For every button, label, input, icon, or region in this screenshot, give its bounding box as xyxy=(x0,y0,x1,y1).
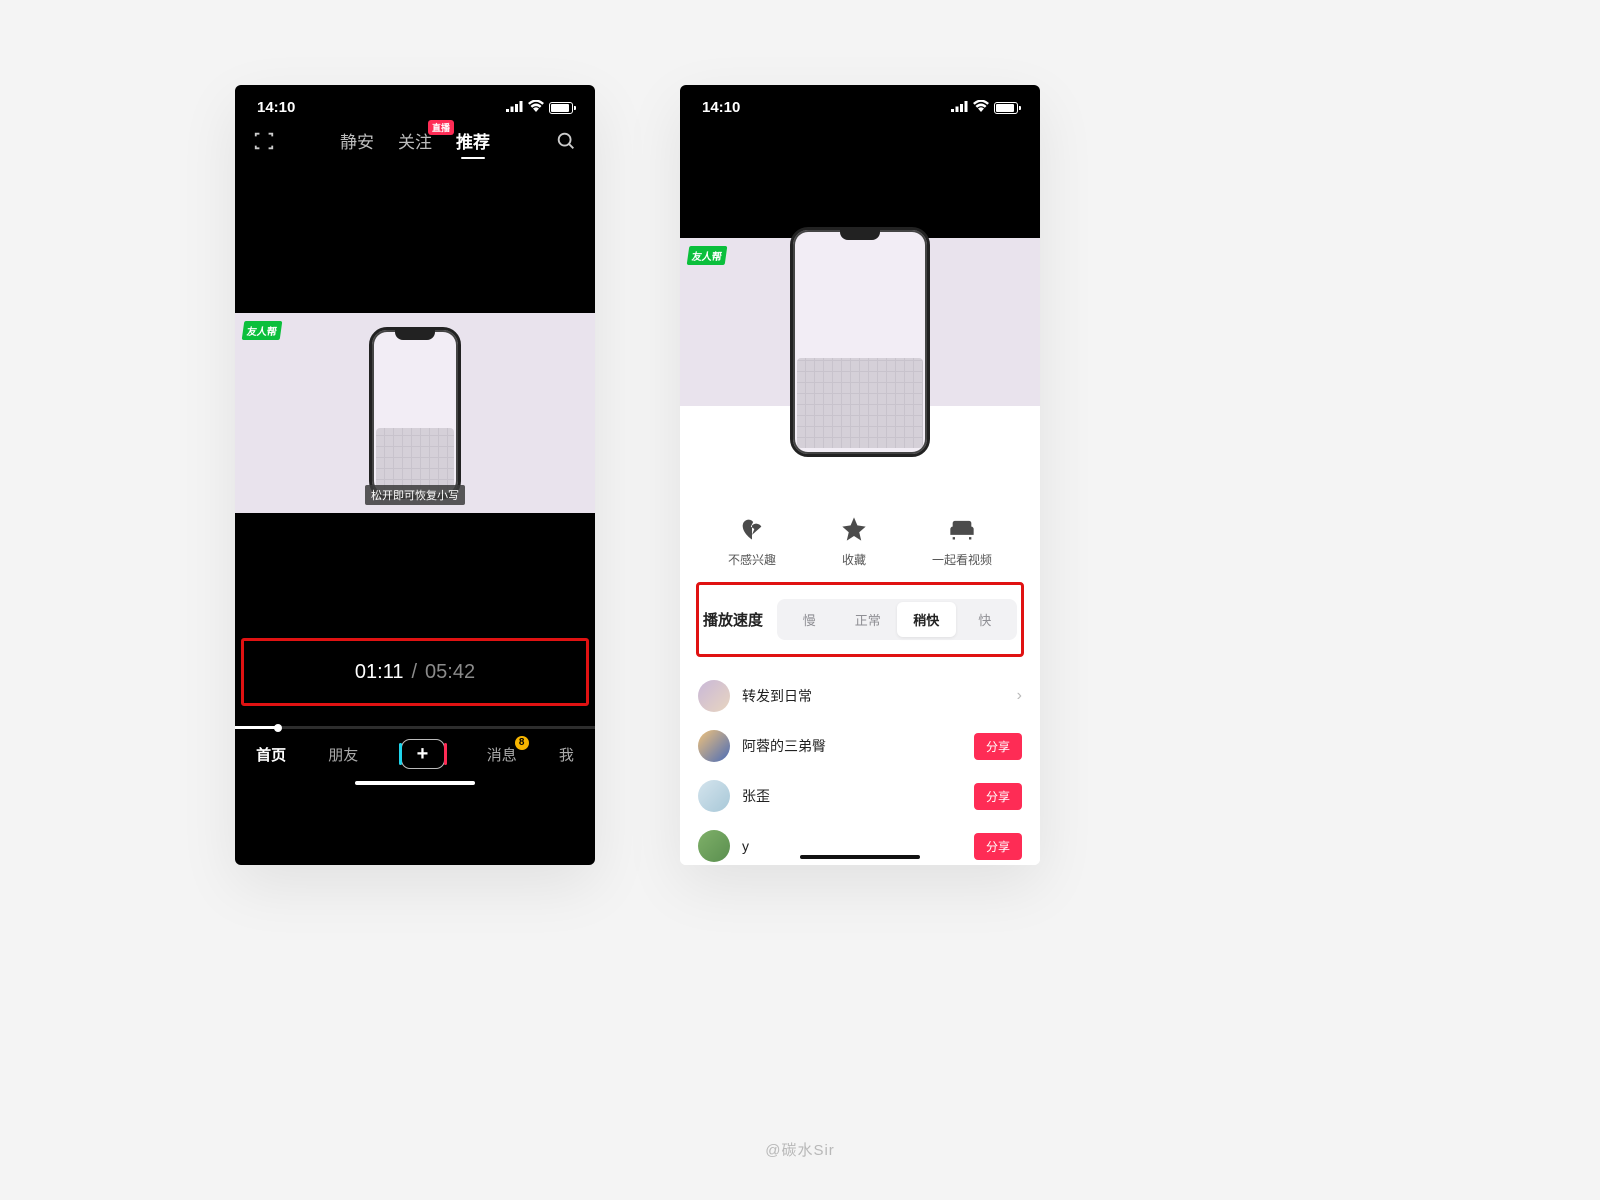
progress-thumb[interactable] xyxy=(274,724,282,732)
top-nav: 静安 关注 直播 推荐 xyxy=(235,122,595,163)
avatar xyxy=(698,780,730,812)
share-list: 转发到日常 › 阿蓉的三弟臀 分享 张歪 分享 y 分享 xyxy=(696,667,1024,865)
forward-daily-row[interactable]: 转发到日常 › xyxy=(696,671,1024,721)
video-thumbnail xyxy=(790,227,930,457)
corner-badge: 友人帮 xyxy=(242,321,283,340)
progress-bar[interactable] xyxy=(235,726,595,729)
share-contact-row: 张歪 分享 xyxy=(696,771,1024,821)
action-sheet: 不感兴趣 收藏 一起看视频 播放速度 慢 正常 稍快 快 xyxy=(680,495,1040,865)
phone-left: 14:10 静安 关注 直播 推荐 友人帮 xyxy=(235,85,595,865)
nav-me[interactable]: 我 xyxy=(559,744,574,765)
action-favorite[interactable]: 收藏 xyxy=(840,515,868,568)
video-frame: 友人帮 xyxy=(680,238,1040,406)
clock: 14:10 xyxy=(257,99,295,116)
speed-control: 播放速度 慢 正常 稍快 快 xyxy=(683,585,1037,654)
signal-icon xyxy=(951,99,968,116)
video-frame: 友人帮 松开即可恢复小写 xyxy=(235,313,595,513)
broken-heart-icon xyxy=(738,515,766,543)
video-thumbnail xyxy=(369,327,461,499)
tab-recommend[interactable]: 推荐 xyxy=(456,128,490,153)
top-tabs: 静安 关注 直播 推荐 xyxy=(285,128,545,153)
status-bar: 14:10 xyxy=(235,85,595,122)
signal-icon xyxy=(506,99,523,116)
messages-badge: 8 xyxy=(515,736,529,750)
quick-actions: 不感兴趣 收藏 一起看视频 xyxy=(696,509,1024,582)
speed-fast[interactable]: 快 xyxy=(956,602,1015,637)
speed-slow[interactable]: 慢 xyxy=(780,602,839,637)
video-caption: 松开即可恢复小写 xyxy=(365,485,465,505)
nav-messages[interactable]: 消息 8 xyxy=(487,744,517,765)
speed-segmented: 慢 正常 稍快 快 xyxy=(777,599,1017,640)
current-time: 01:11 xyxy=(355,661,404,684)
scan-icon[interactable] xyxy=(253,130,275,152)
live-badge: 直播 xyxy=(428,120,454,135)
share-button[interactable]: 分享 xyxy=(974,833,1022,860)
star-icon xyxy=(840,515,868,543)
status-icons xyxy=(951,99,1018,116)
share-contact-row: 阿蓉的三弟臀 分享 xyxy=(696,721,1024,771)
battery-icon xyxy=(994,102,1018,114)
home-indicator[interactable] xyxy=(355,781,475,785)
watermark: @碳水Sir xyxy=(765,1139,835,1160)
total-duration: 05:42 xyxy=(425,661,475,684)
speed-highlight: 播放速度 慢 正常 稍快 快 xyxy=(696,582,1024,657)
wifi-icon xyxy=(973,99,989,116)
playback-time-highlight: 01:11 / 05:42 xyxy=(241,638,589,706)
battery-icon xyxy=(549,102,573,114)
chevron-right-icon: › xyxy=(1017,687,1022,705)
time-separator: / xyxy=(411,661,417,684)
action-watch-together[interactable]: 一起看视频 xyxy=(932,515,992,568)
avatar xyxy=(698,830,730,862)
clock: 14:10 xyxy=(702,99,740,116)
nav-create-button[interactable]: + xyxy=(401,739,445,769)
avatar xyxy=(698,730,730,762)
status-icons xyxy=(506,99,573,116)
tab-city[interactable]: 静安 xyxy=(340,128,374,153)
sofa-icon xyxy=(948,515,976,543)
nav-home[interactable]: 首页 xyxy=(256,744,286,765)
corner-badge: 友人帮 xyxy=(687,246,728,265)
share-button[interactable]: 分享 xyxy=(974,783,1022,810)
speed-normal[interactable]: 正常 xyxy=(839,602,898,637)
wifi-icon xyxy=(528,99,544,116)
action-dislike[interactable]: 不感兴趣 xyxy=(728,515,776,568)
home-indicator[interactable] xyxy=(800,855,920,859)
nav-friends[interactable]: 朋友 xyxy=(328,744,358,765)
video-area[interactable]: 友人帮 松开即可恢复小写 01:11 / 05:42 xyxy=(235,313,595,706)
phone-right: 14:10 友人帮 不感兴趣 xyxy=(680,85,1040,865)
status-bar: 14:10 xyxy=(680,85,1040,122)
avatar xyxy=(698,680,730,712)
search-icon[interactable] xyxy=(555,130,577,152)
speed-label: 播放速度 xyxy=(703,609,763,630)
speed-slightly-fast[interactable]: 稍快 xyxy=(897,602,956,637)
tab-follow[interactable]: 关注 直播 xyxy=(398,128,432,153)
share-button[interactable]: 分享 xyxy=(974,733,1022,760)
bottom-nav: 首页 朋友 + 消息 8 我 xyxy=(235,729,595,775)
